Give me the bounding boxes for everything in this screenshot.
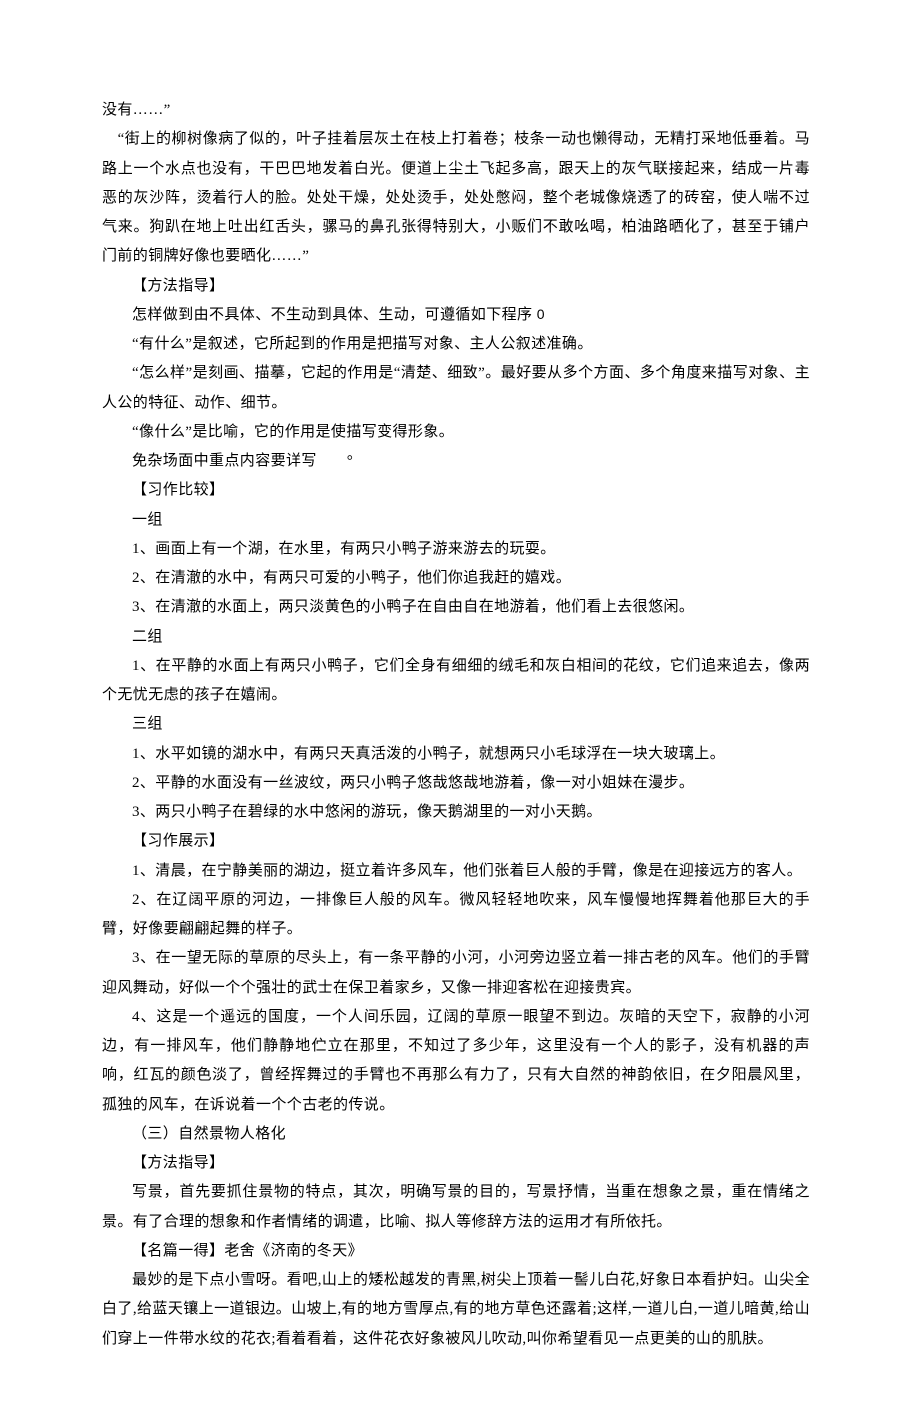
paragraph: 4、这是一个遥远的国度，一个人间乐园，辽阔的草原一眼望不到边。灰暗的天空下，寂静… — [102, 1003, 810, 1120]
paragraph: 1、水平如镜的湖水中，有两只天真活泼的小鸭子，就想两只小毛球浮在一块大玻璃上。 — [102, 740, 810, 769]
paragraph: 二组 — [102, 623, 810, 652]
paragraph: 写景，首先要抓住景物的特点，其次，明确写景的目的，写景抒情，当重在想象之景，重在… — [102, 1178, 810, 1237]
paragraph: 免杂场面中重点内容要详写 — [102, 447, 810, 476]
paragraph: 2、在辽阔平原的河边，一排像巨人般的风车。微风轻轻地吹来，风车慢慢地挥舞着他那巨… — [102, 886, 810, 945]
paragraph: （三）自然景物人格化 — [102, 1120, 810, 1149]
paragraph: “有什么”是叙述，它所起到的作用是把描写对象、主人公叙述准确。 — [102, 330, 810, 359]
paragraph: 【习作展示】 — [102, 827, 810, 856]
paragraph: 1、在平静的水面上有两只小鸭子，它们全身有细细的绒毛和灰白相间的花纹，它们追来追… — [102, 652, 810, 711]
paragraph: 怎样做到由不具体、不生动到具体、生动，可遵循如下程序 0 — [102, 301, 810, 330]
paragraph: 【名篇一得】老舍《济南的冬天》 — [102, 1237, 810, 1266]
paragraph: 一组 — [102, 506, 810, 535]
paragraph: 3、两只小鸭子在碧绿的水中悠闲的游玩，像天鹅湖里的一对小天鹅。 — [102, 798, 810, 827]
paragraph: 最妙的是下点小雪呀。看吧,山上的矮松越发的青黑,树尖上顶着一髻儿白花,好象日本看… — [102, 1266, 810, 1354]
paragraph: “怎么样”是刻画、描摹，它起的作用是“清楚、细致”。最好要从多个方面、多个角度来… — [102, 359, 810, 418]
paragraph: 2、在清澈的水中，有两只可爱的小鸭子，他们你追我赶的嬉戏。 — [102, 564, 810, 593]
paragraph: “像什么”是比喻，它的作用是使描写变得形象。 — [102, 418, 810, 447]
paragraph: 3、在清澈的水面上，两只淡黄色的小鸭子在自由自在地游着，他们看上去很悠闲。 — [102, 593, 810, 622]
paragraph: 没有……” — [102, 96, 810, 125]
paragraph: 3、在一望无际的草原的尽头上，有一条平静的小河，小河旁边竖立着一排古老的风车。他… — [102, 944, 810, 1003]
paragraph: 三组 — [102, 710, 810, 739]
paragraph: 【习作比较】 — [102, 476, 810, 505]
paragraph: 1、清晨，在宁静美丽的湖边，挺立着许多风车，他们张着巨人般的手臂，像是在迎接远方… — [102, 857, 810, 886]
paragraph: “街上的柳树像病了似的，叶子挂着层灰土在枝上打着卷；枝条一动也懒得动，无精打采地… — [102, 125, 810, 271]
document-page: 没有……” “街上的柳树像病了似的，叶子挂着层灰土在枝上打着卷；枝条一动也懒得动… — [0, 0, 920, 1414]
paragraph: 【方法指导】 — [102, 272, 810, 301]
trailing-zero: 0 — [532, 306, 544, 322]
paragraph: 【方法指导】 — [102, 1149, 810, 1178]
paragraph: 2、平静的水面没有一丝波纹，两只小鸭子悠哉悠哉地游着，像一对小姐妹在漫步。 — [102, 769, 810, 798]
paragraph: 1、画面上有一个湖，在水里，有两只小鸭子游来游去的玩耍。 — [102, 535, 810, 564]
